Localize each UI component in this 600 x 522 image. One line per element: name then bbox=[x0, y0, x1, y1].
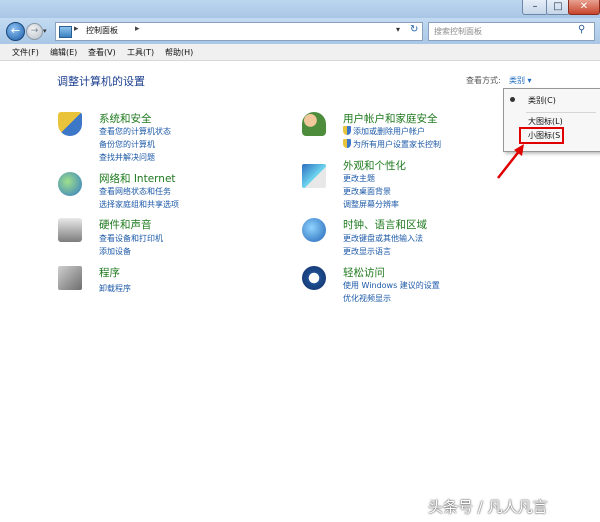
uac-shield-icon bbox=[343, 139, 351, 148]
annotation-arrow bbox=[497, 144, 524, 179]
search-box[interactable]: 搜索控制面板 ⚲ bbox=[428, 22, 595, 41]
category-title-system-security[interactable]: 系统和安全 bbox=[99, 111, 152, 126]
link-homegroup-sharing[interactable]: 选择家庭组和共享选项 bbox=[99, 199, 179, 210]
chevron-right-icon[interactable]: ▸ bbox=[74, 24, 79, 34]
link-backup-computer[interactable]: 备份您的计算机 bbox=[99, 139, 155, 150]
menu-edit[interactable]: 编辑(E) bbox=[50, 47, 77, 58]
link-change-input-method[interactable]: 更改键盘或其他输入法 bbox=[343, 233, 423, 244]
category-title-clock-language[interactable]: 时钟、语言和区域 bbox=[343, 217, 427, 232]
maximize-button[interactable]: □ bbox=[546, 0, 570, 15]
ease-of-access-icon[interactable] bbox=[302, 266, 326, 290]
link-add-device[interactable]: 添加设备 bbox=[99, 246, 131, 257]
minimize-button[interactable]: – bbox=[522, 0, 548, 15]
search-icon[interactable]: ⚲ bbox=[578, 24, 585, 35]
refresh-icon[interactable]: ↻ bbox=[410, 24, 418, 35]
page-title: 调整计算机的设置 bbox=[57, 75, 145, 88]
appearance-icon[interactable] bbox=[302, 164, 326, 188]
forward-button[interactable]: → bbox=[26, 23, 43, 40]
link-add-remove-accounts[interactable]: 添加或删除用户帐户 bbox=[343, 126, 425, 137]
category-title-ease-of-access[interactable]: 轻松访问 bbox=[343, 265, 385, 280]
category-title-network[interactable]: 网络和 Internet bbox=[99, 171, 176, 186]
hardware-sound-icon[interactable] bbox=[58, 218, 82, 242]
link-devices-printers[interactable]: 查看设备和打印机 bbox=[99, 233, 163, 244]
address-bar[interactable]: ▸ 控制面板 ▸ ▾ ↻ bbox=[55, 22, 423, 41]
link-optimize-video[interactable]: 优化视频显示 bbox=[343, 293, 391, 304]
title-bar bbox=[0, 0, 600, 18]
network-icon[interactable] bbox=[58, 172, 82, 196]
uac-shield-icon bbox=[343, 126, 351, 135]
user-accounts-icon[interactable] bbox=[302, 112, 326, 136]
control-panel-icon bbox=[59, 26, 72, 38]
link-screen-resolution[interactable]: 调整屏幕分辨率 bbox=[343, 199, 399, 210]
search-input[interactable]: 搜索控制面板 bbox=[434, 26, 482, 37]
watermark: 头条号 / 凡人凡言 bbox=[428, 498, 548, 516]
programs-icon[interactable] bbox=[58, 266, 82, 290]
link-change-display-language[interactable]: 更改显示语言 bbox=[343, 246, 391, 257]
category-title-programs[interactable]: 程序 bbox=[99, 265, 120, 280]
back-button[interactable]: ← bbox=[6, 22, 25, 41]
link-network-status[interactable]: 查看网络状态和任务 bbox=[99, 186, 171, 197]
system-security-icon[interactable] bbox=[58, 112, 82, 136]
category-title-hardware[interactable]: 硬件和声音 bbox=[99, 217, 152, 232]
menu-divider bbox=[526, 112, 596, 113]
link-view-computer-status[interactable]: 查看您的计算机状态 bbox=[99, 126, 171, 137]
selected-bullet-icon bbox=[510, 97, 515, 102]
menu-view[interactable]: 查看(V) bbox=[88, 47, 116, 58]
category-title-appearance[interactable]: 外观和个性化 bbox=[343, 158, 406, 173]
menu-help[interactable]: 帮助(H) bbox=[165, 47, 193, 58]
menu-tools[interactable]: 工具(T) bbox=[127, 47, 154, 58]
link-label: 添加或删除用户帐户 bbox=[353, 127, 425, 136]
link-change-theme[interactable]: 更改主题 bbox=[343, 173, 375, 184]
clock-region-icon[interactable] bbox=[302, 218, 326, 242]
link-recommended-settings[interactable]: 使用 Windows 建议的设置 bbox=[343, 280, 440, 291]
view-option-large-icons[interactable]: 大图标(L) bbox=[528, 116, 563, 127]
chevron-right-icon[interactable]: ▸ bbox=[135, 24, 140, 34]
link-change-background[interactable]: 更改桌面背景 bbox=[343, 186, 391, 197]
history-dropdown-icon[interactable]: ▾ bbox=[43, 27, 51, 35]
view-by-dropdown[interactable]: 类别 ▾ bbox=[509, 75, 532, 86]
category-title-user-accounts[interactable]: 用户帐户和家庭安全 bbox=[343, 111, 438, 126]
close-button[interactable]: ✕ bbox=[568, 0, 600, 15]
link-troubleshoot[interactable]: 查找并解决问题 bbox=[99, 152, 155, 163]
link-uninstall-program[interactable]: 卸载程序 bbox=[99, 283, 131, 294]
link-parental-controls[interactable]: 为所有用户设置家长控制 bbox=[343, 139, 441, 150]
view-by-label: 查看方式: bbox=[466, 76, 501, 85]
view-option-category[interactable]: 类别(C) bbox=[528, 95, 556, 106]
menu-file[interactable]: 文件(F) bbox=[12, 47, 39, 58]
link-label: 为所有用户设置家长控制 bbox=[353, 140, 441, 149]
address-dropdown-icon[interactable]: ▾ bbox=[396, 25, 400, 34]
menu-bar: 文件(F) 编辑(E) 查看(V) 工具(T) 帮助(H) bbox=[0, 44, 600, 61]
breadcrumb-control-panel[interactable]: 控制面板 bbox=[86, 25, 118, 36]
